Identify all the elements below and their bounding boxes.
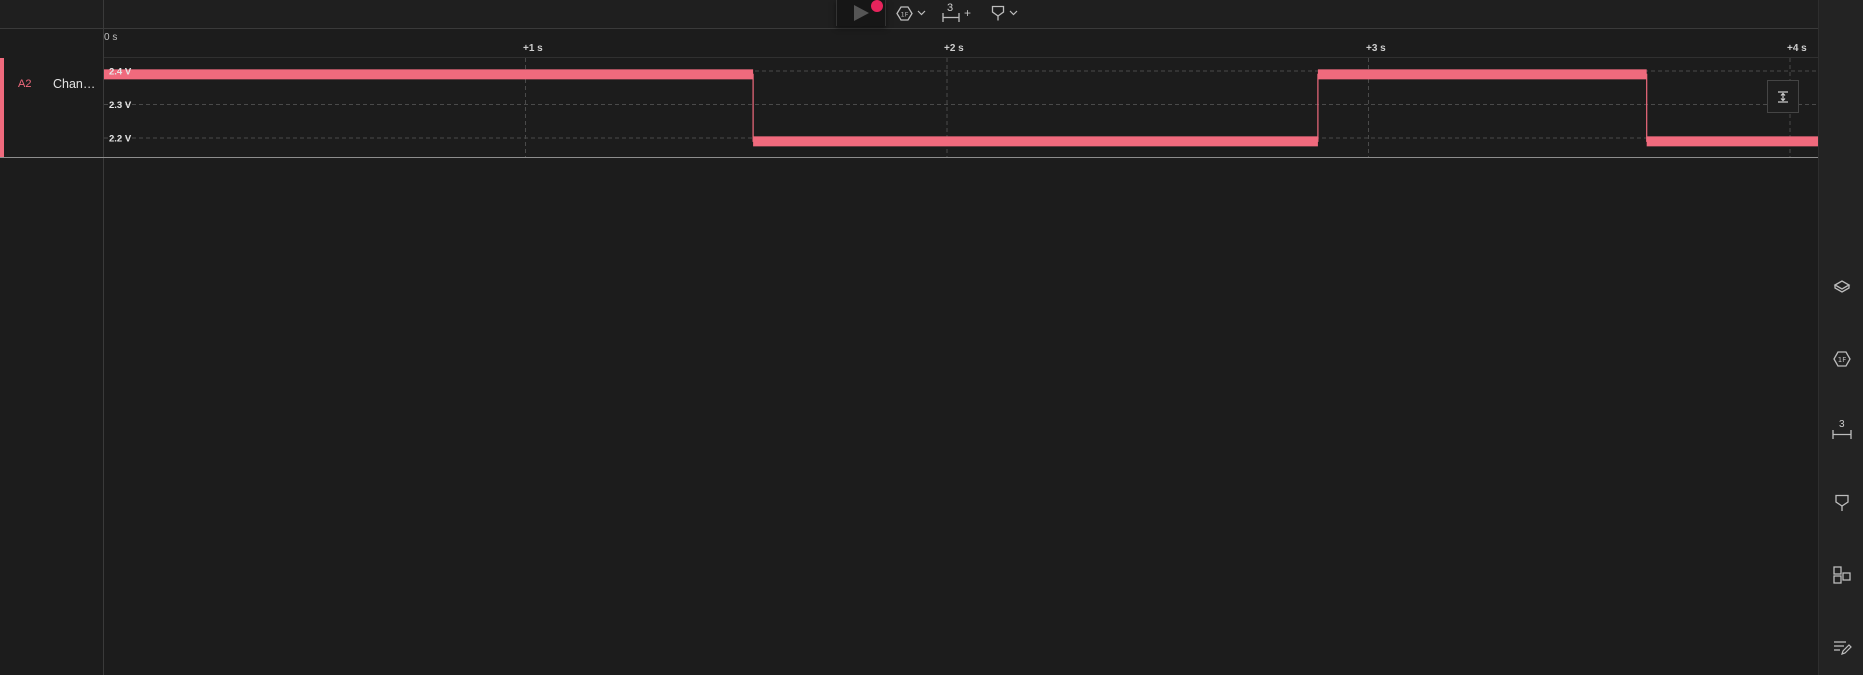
marker-icon: [991, 5, 1005, 21]
measurements-icon[interactable]: 3: [1832, 419, 1852, 441]
panel-divider: [103, 0, 104, 675]
waveform-segment: [104, 69, 754, 80]
voltage-axis-label: 2.4 V: [109, 67, 132, 78]
analyzer-icon: 1F: [896, 5, 913, 21]
chevron-down-icon: [1009, 10, 1018, 16]
measure-icon: 3: [942, 2, 960, 22]
svg-text:1F: 1F: [1838, 356, 1846, 364]
waveform-segment: [1317, 69, 1647, 80]
timing-marker-icon[interactable]: [1832, 493, 1852, 513]
right-sidebar: 1F 3: [1818, 0, 1863, 675]
time-tick-label: +4 s: [1787, 43, 1807, 54]
channel-label-panel[interactable]: [0, 58, 103, 157]
analyzers-icon[interactable]: 1F: [1832, 349, 1852, 369]
time-ruler[interactable]: 0 s +1 s +2 s +3 s +4 s: [103, 29, 1818, 58]
fit-vertical-icon: [1778, 90, 1788, 103]
auto-fit-button[interactable]: [1767, 80, 1799, 113]
notes-icon[interactable]: [1832, 637, 1852, 657]
marker-dropdown-button[interactable]: [991, 5, 1018, 21]
time-origin-label: 0 s: [104, 32, 118, 43]
start-capture-button[interactable]: [836, 0, 886, 26]
channel-name[interactable]: Chan…: [53, 77, 95, 91]
waveform-segment: [753, 136, 1318, 147]
svg-text:1F: 1F: [901, 10, 909, 18]
sidebar-measure-count: 3: [1839, 419, 1845, 430]
add-measurement-button[interactable]: 3 +: [942, 2, 972, 22]
capture-toolbar: 1F 3 +: [836, 0, 1018, 26]
chevron-down-icon: [917, 10, 926, 16]
analyzer-dropdown-button[interactable]: 1F: [896, 5, 926, 21]
voltage-axis-label: 2.3 V: [109, 100, 132, 111]
top-bar-left-panel: [0, 0, 104, 28]
channel-lane-border: [0, 157, 1818, 158]
extensions-icon[interactable]: [1832, 565, 1852, 585]
voltage-axis-label: 2.2 V: [109, 134, 132, 145]
waveform-segment: [1646, 136, 1818, 147]
channel-id: A2: [18, 78, 32, 90]
time-tick-label: +2 s: [944, 43, 964, 54]
device-icon[interactable]: [1832, 277, 1852, 297]
analog-waveform-plot[interactable]: 2.4 V 2.3 V 2.2 V: [104, 58, 1818, 157]
time-tick-label: +3 s: [1366, 43, 1386, 54]
add-icon: +: [964, 6, 972, 20]
channel-color-strip: [0, 58, 4, 157]
waveform-edges: [104, 73, 1818, 142]
record-indicator-icon: [871, 0, 883, 12]
time-tick-label: +1 s: [523, 43, 543, 54]
play-icon: [854, 5, 869, 21]
